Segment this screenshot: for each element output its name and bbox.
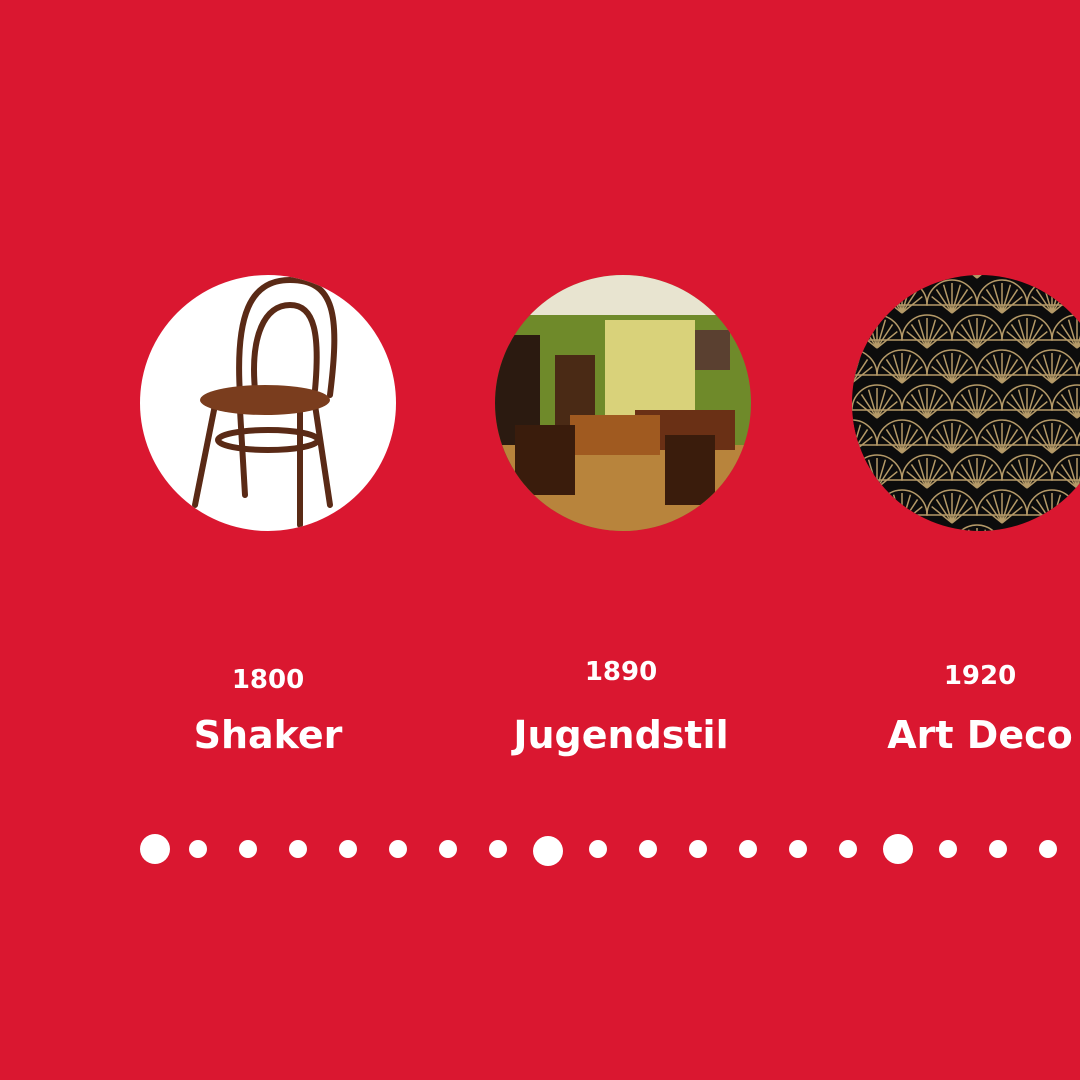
period-name-2: Jugendstil — [513, 713, 729, 757]
period-name-1: Shaker — [193, 713, 343, 757]
timeline-major-dot — [883, 834, 913, 864]
timeline-dot — [689, 840, 707, 858]
timeline-dot — [239, 840, 257, 858]
timeline-dot — [289, 840, 307, 858]
timeline-dot — [489, 840, 507, 858]
timeline-dot — [439, 840, 457, 858]
timeline-dot — [739, 840, 757, 858]
jugendstil-interior-image — [495, 275, 751, 531]
timeline-dot — [189, 840, 207, 858]
timeline-dot — [989, 840, 1007, 858]
period-name-3: Art Deco — [887, 713, 1073, 757]
timeline-dot — [789, 840, 807, 858]
timeline-dot — [1039, 840, 1057, 858]
timeline-dot — [939, 840, 957, 858]
timeline-major-dot — [140, 834, 170, 864]
period-year-2: 1890 — [584, 657, 658, 687]
timeline-dot — [839, 840, 857, 858]
period-year-3: 1920 — [943, 661, 1017, 691]
timeline-dot — [389, 840, 407, 858]
art-deco-pattern-image — [852, 275, 1080, 531]
timeline-major-dot — [533, 836, 563, 866]
shaker-chair-image — [140, 275, 396, 531]
timeline-dot — [639, 840, 657, 858]
timeline-dot — [589, 840, 607, 858]
period-year-1: 1800 — [231, 665, 305, 695]
timeline-dot — [339, 840, 357, 858]
